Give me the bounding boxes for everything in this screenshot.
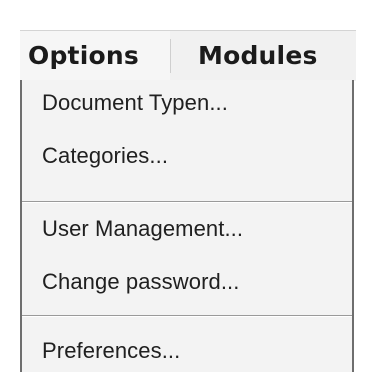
menu-options[interactable]: Options <box>20 31 170 81</box>
menu-separator <box>22 315 352 317</box>
menu-separator <box>22 201 352 203</box>
menu-item-change-password[interactable]: Change password... <box>42 269 239 295</box>
menu-modules[interactable]: Modules <box>170 31 356 81</box>
menu-item-categories[interactable]: Categories... <box>42 143 168 169</box>
menu-bar: Options Modules <box>20 30 356 81</box>
menu-item-preferences[interactable]: Preferences... <box>42 338 180 364</box>
menu-item-user-management[interactable]: User Management... <box>42 216 243 242</box>
menu-item-document-typen[interactable]: Document Typen... <box>42 90 228 116</box>
menu-screenshot: Options Modules Document Typen... Catego… <box>0 0 384 372</box>
options-dropdown-menu: Document Typen... Categories... User Man… <box>20 80 354 372</box>
